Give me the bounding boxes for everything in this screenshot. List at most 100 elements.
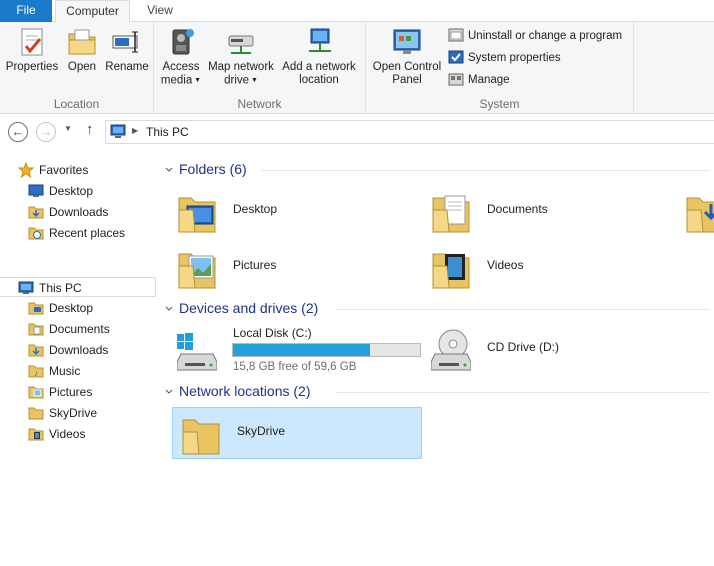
folder-label: Pictures [233,258,277,272]
pc-videos-label: Videos [49,427,86,441]
star-icon [17,161,35,179]
uninstall-label: Uninstall or change a program [468,30,623,42]
skydrive-folder-icon [28,405,44,421]
ribbon: Properties Open Rename Location Access m… [0,22,714,114]
pictures-folder-icon [177,246,217,290]
drive-name: Local Disk (C:) [233,326,312,340]
sidebar-item-pc-pictures[interactable]: Pictures [28,382,92,402]
sidebar-item-recent-places[interactable]: Recent places [28,223,125,243]
downloads-folder-icon [28,204,44,220]
map-network-drive-button[interactable]: Map network drive ▼ [204,26,278,88]
up-button[interactable]: ↑ [86,121,94,138]
properties-icon [16,26,48,58]
chevron-down-icon: ▼ [249,77,258,84]
pc-pictures-label: Pictures [49,385,93,399]
open-folder-icon [66,26,98,58]
system-properties-button[interactable]: System properties [448,48,561,68]
breadcrumb-this-pc[interactable]: This PC [146,125,189,139]
folder-tile-downloads[interactable] [677,186,714,236]
system-properties-icon [448,49,464,65]
videos-folder-icon [431,246,471,290]
desktop-icon [28,183,44,199]
downloads-folder-icon [28,342,44,358]
fav-desktop-label: Desktop [49,184,94,198]
drive-tile-cd[interactable]: CD Drive (D:) [423,324,673,374]
section-title-folders[interactable]: Folders (6) [179,161,247,177]
downloads-folder-icon [685,190,714,234]
back-arrow-icon: ← [11,124,25,139]
folder-tile-pictures[interactable]: Pictures [169,242,419,292]
sidebar-item-favorites[interactable]: Favorites [17,160,88,180]
tab-view[interactable]: View [136,0,184,22]
disk-usage-bar [232,343,421,357]
manage-label: Manage [468,74,510,86]
ribbon-group-location: Properties Open Rename Location [0,22,154,114]
section-divider [335,392,710,393]
folder-tile-desktop[interactable]: Desktop [169,186,419,236]
add-network-location-button[interactable]: Add a network location [278,26,360,87]
address-bar[interactable]: ▶ This PC [105,120,714,144]
navigation-pane: Favorites Desktop Downloads Recent place… [0,152,160,566]
chevron-down-icon: ▼ [64,124,72,133]
sidebar-item-this-pc[interactable]: This PC [0,277,156,297]
control-panel-label-2: Panel [392,74,422,86]
network-drive-icon [225,26,257,58]
disk-usage-fill [233,344,371,356]
sidebar-item-pc-documents[interactable]: Documents [28,319,110,339]
network-tile-skydrive[interactable]: SkyDrive [172,407,422,459]
sidebar-item-pc-music[interactable]: ♪ Music [28,361,80,381]
sidebar-item-fav-desktop[interactable]: Desktop [28,181,93,201]
pc-downloads-label: Downloads [49,343,109,357]
open-button[interactable]: Open [62,26,102,74]
group-label-system: System [479,97,520,111]
section-title-network[interactable]: Network locations (2) [179,383,311,399]
sidebar-item-pc-desktop[interactable]: Desktop [28,298,93,318]
properties-button[interactable]: Properties [4,26,60,74]
documents-folder-icon [28,321,44,337]
chevron-down-icon[interactable] [165,388,173,396]
sidebar-item-pc-skydrive[interactable]: SkyDrive [28,403,97,423]
access-media-label-2: media [160,74,193,87]
folder-tile-videos[interactable]: Videos [423,242,673,292]
back-button[interactable]: ← [8,122,28,142]
control-panel-icon [391,26,423,58]
network-location-label: SkyDrive [237,424,286,438]
windows-drive-icon [176,328,218,372]
forward-button[interactable]: → [36,122,56,142]
folder-label: Documents [487,202,548,216]
desktop-folder-icon [28,300,44,316]
recent-locations-button[interactable]: ▼ [64,124,72,133]
svg-text:♪: ♪ [34,369,38,378]
skydrive-folder-icon [181,412,221,456]
sidebar-item-pc-downloads[interactable]: Downloads [28,340,108,360]
drive-tile-local-disk[interactable]: Local Disk (C:) 15,8 GB free of 59,6 GB [169,324,423,374]
desktop-folder-icon [177,190,217,234]
navigation-bar: ← → ▼ ↑ ▶ This PC [0,116,714,148]
add-location-label-1: Add a network [282,61,356,73]
uninstall-program-button[interactable]: Uninstall or change a program [448,26,622,46]
sidebar-item-pc-videos[interactable]: Videos [28,424,85,444]
access-media-button[interactable]: Access media ▼ [160,26,202,88]
ribbon-group-network: Access media ▼ Map network drive ▼ Add a… [154,22,366,114]
manage-button[interactable]: Manage [448,70,510,90]
add-location-label-2: location [299,74,339,86]
sidebar-item-fav-downloads[interactable]: Downloads [28,202,108,222]
control-panel-label-1: Open Control [372,61,442,73]
folder-label: Videos [487,258,524,272]
pc-desktop-label: Desktop [49,301,94,315]
media-icon [165,26,197,58]
content-pane: Folders (6) Desktop Documents Pictures V… [165,150,714,566]
rename-icon [111,26,143,58]
open-control-panel-button[interactable]: Open Control Panel [370,26,444,87]
tab-computer[interactable]: Computer [55,0,130,23]
chevron-down-icon[interactable] [165,305,173,313]
rename-button[interactable]: Rename [104,26,150,74]
folder-tile-documents[interactable]: Documents [423,186,673,236]
chevron-down-icon[interactable] [165,166,173,174]
section-title-devices[interactable]: Devices and drives (2) [179,300,318,316]
pc-documents-label: Documents [49,322,110,336]
pc-skydrive-label: SkyDrive [49,406,98,420]
access-media-label-1: Access [162,61,200,73]
tab-file[interactable]: File [0,0,52,22]
pictures-folder-icon [28,384,44,400]
